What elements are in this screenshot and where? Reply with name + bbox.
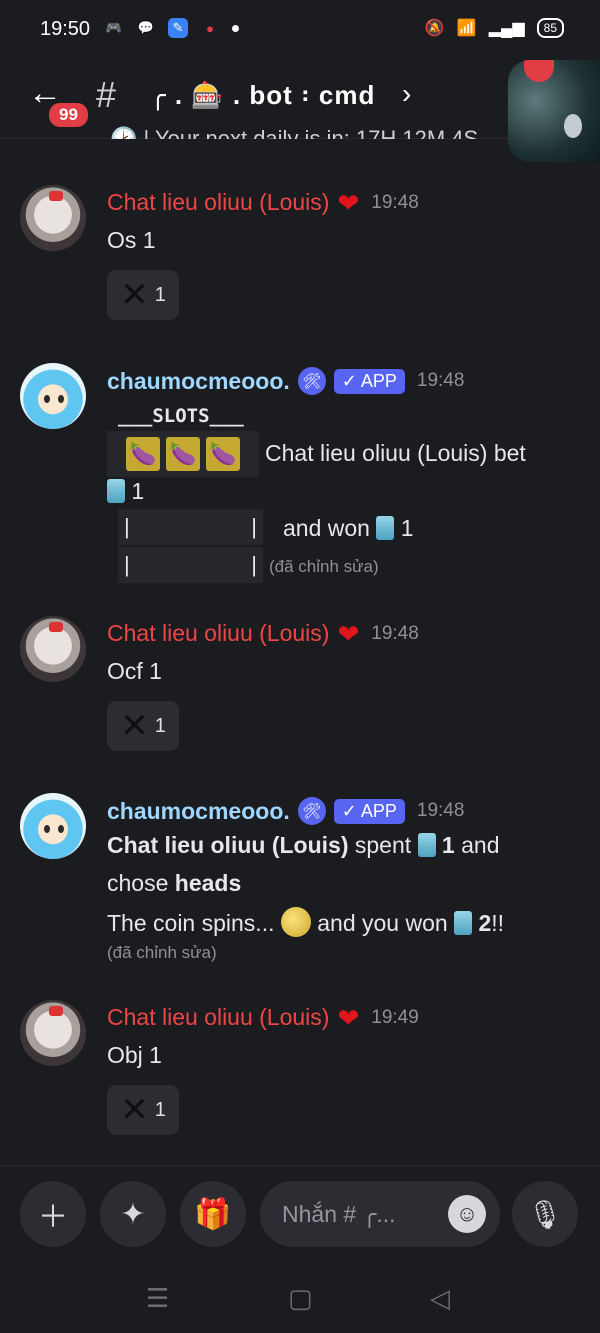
slot-row: | |: [118, 547, 263, 583]
timestamp: 19:48: [416, 370, 465, 391]
pipe-right: |: [251, 514, 257, 539]
unread-badge: 99: [46, 100, 91, 130]
message-text: Obj 1: [107, 1042, 162, 1068]
game-controller-icon: 🎮: [105, 20, 123, 35]
bet-amount: 1: [131, 478, 145, 504]
plus-icon[interactable]: ＋: [20, 1181, 86, 1247]
system-nav-bar: ☰ ▢ ◁: [0, 1265, 600, 1333]
eggplant-icon: 🍆: [206, 437, 240, 471]
microphone-icon[interactable]: 🎙: [512, 1181, 578, 1247]
recent-apps-icon[interactable]: ☰: [146, 1283, 169, 1314]
pip-indicator: [524, 60, 554, 82]
timestamp: 19:48: [416, 800, 465, 821]
exclaim: !!: [491, 910, 505, 936]
bet-text: Chat lieu oliuu (Louis) bet: [265, 440, 526, 466]
pipe-right: |: [251, 552, 257, 577]
message-text: Ocf 1: [107, 658, 162, 684]
avatar[interactable]: [20, 616, 86, 682]
app-icon: ✎: [168, 18, 188, 38]
notification-icons: 🎮 💬 ✎ ●: [104, 18, 239, 38]
spent-amount: 1: [441, 832, 455, 858]
username[interactable]: chaumocmeooo.: [107, 368, 290, 395]
messenger-icon: 💬: [137, 20, 155, 35]
hash-icon: #: [96, 74, 117, 115]
among-us-icon: ●: [206, 20, 214, 36]
pip-figure: [564, 114, 582, 138]
slot-row: | |: [118, 509, 263, 545]
reaction[interactable]: ✕ 1: [107, 270, 179, 320]
eggplant-icon: 🍆: [166, 437, 200, 471]
edited-label: (đã chỉnh sửa): [107, 943, 217, 962]
chose-text: chose: [107, 870, 169, 896]
chevron-right-icon[interactable]: ›: [402, 78, 411, 110]
reaction-count: 1: [154, 1098, 166, 1121]
pipe-left: |: [124, 552, 130, 577]
emoji-icon[interactable]: ☺: [448, 1195, 486, 1233]
eggplant-icon: 🍆: [126, 437, 160, 471]
message-text: Os 1: [107, 227, 156, 253]
username[interactable]: Chat lieu oliuu (Louis): [107, 1004, 329, 1031]
system-icons: 🔕 📶 ▂▄▆ 85: [425, 18, 564, 38]
avatar[interactable]: [20, 1000, 86, 1066]
avatar[interactable]: [20, 793, 86, 859]
won-text: and you won: [317, 910, 448, 936]
tools-icon: 🛠: [297, 367, 326, 395]
message-input[interactable]: Nhắn # ╭... ☺: [260, 1181, 500, 1247]
cross-icon: ✕: [120, 707, 149, 745]
username[interactable]: Chat lieu oliuu (Louis): [107, 620, 329, 647]
reaction[interactable]: ✕ 1: [107, 701, 179, 751]
reaction-count: 1: [154, 283, 166, 306]
apps-icon[interactable]: ✦: [100, 1181, 166, 1247]
mention-name: Chat lieu oliuu (Louis): [107, 832, 349, 858]
username[interactable]: chaumocmeooo.: [107, 798, 290, 825]
channel-name[interactable]: ╭ . 🎰 . bot ꞉ cmd: [150, 80, 375, 111]
cowoncy-icon: [376, 516, 395, 540]
home-icon[interactable]: ▢: [288, 1283, 313, 1314]
app-badge: ✓ APP: [333, 368, 405, 394]
won-amount: 2: [478, 910, 492, 936]
signal-icon: ▂▄▆: [488, 20, 525, 37]
timestamp: 19:49: [371, 1006, 419, 1028]
mute-icon: 🔕: [424, 20, 445, 37]
pipe-left: |: [124, 514, 130, 539]
more-dot-icon: [232, 24, 239, 32]
username[interactable]: Chat lieu oliuu (Louis): [107, 189, 329, 216]
slot-reels: 🍆 🍆 🍆: [107, 431, 259, 477]
back-icon[interactable]: ◁: [430, 1283, 450, 1314]
reaction[interactable]: ✕ 1: [107, 1085, 179, 1135]
cowoncy-icon: [107, 479, 125, 503]
heart-icon: ❤: [337, 1002, 360, 1033]
coin-icon: [280, 907, 311, 937]
partial-message: 🕑 | Your next daily is in: 17H 12M 4S: [110, 126, 479, 151]
timestamp: 19:48: [371, 191, 419, 213]
app-badge: ✓ APP: [333, 798, 405, 824]
cowoncy-icon: [417, 833, 436, 857]
battery-icon: 85: [536, 18, 564, 38]
cross-icon: ✕: [120, 1091, 149, 1129]
avatar[interactable]: [20, 363, 86, 429]
cowoncy-icon: [454, 911, 473, 935]
timestamp: 19:48: [371, 622, 419, 644]
reaction-count: 1: [154, 714, 166, 737]
message-composer: ＋ ✦ 🎁 Nhắn # ╭... ☺ 🎙: [0, 1165, 600, 1266]
gift-icon[interactable]: 🎁: [180, 1181, 246, 1247]
won-amount: 1: [400, 515, 414, 541]
picture-in-picture-video[interactable]: [508, 60, 600, 162]
heart-icon: ❤: [337, 187, 360, 218]
heart-icon: ❤: [337, 618, 360, 649]
slots-title: ___SLOTS___: [118, 405, 244, 427]
cross-icon: ✕: [120, 276, 149, 314]
choice: heads: [174, 870, 242, 896]
spin-text: The coin spins...: [107, 910, 275, 936]
input-placeholder: Nhắn # ╭...: [282, 1201, 396, 1227]
status-bar: 19:50 🎮 💬 ✎ ● 🔕 📶 ▂▄▆ 85: [0, 0, 600, 60]
won-text: and won: [283, 515, 370, 541]
wifi-icon: 📶: [456, 20, 477, 37]
status-time: 19:50: [40, 18, 91, 40]
avatar[interactable]: [20, 185, 86, 251]
spent-text: spent: [354, 832, 412, 858]
and-text: and: [461, 832, 500, 858]
tools-icon: 🛠: [297, 797, 326, 825]
edited-label: (đã chỉnh sửa): [269, 557, 379, 576]
